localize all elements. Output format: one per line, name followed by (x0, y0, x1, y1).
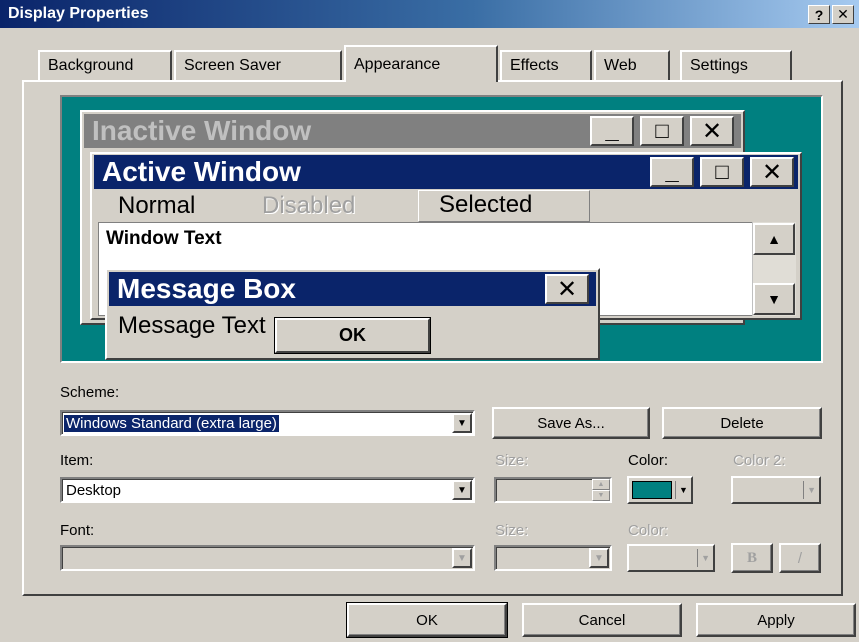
scroll-up-icon: ▲ (753, 223, 795, 255)
scheme-value: Windows Standard (extra large) (63, 414, 280, 432)
tab-background[interactable]: Background (38, 50, 172, 80)
chevron-down-icon: ▼ (701, 553, 710, 563)
item-color2-button: ▼ (731, 476, 821, 504)
bold-button: B (731, 543, 773, 573)
close-button[interactable]: ✕ (832, 5, 854, 24)
preview-active-minimize-icon: _ (650, 157, 694, 187)
chevron-down-icon: ▼ (589, 548, 609, 568)
item-select[interactable]: Desktop ▼ (60, 477, 475, 503)
preview-message-caption: Message Box (109, 272, 596, 306)
item-color-label: Color: (628, 452, 669, 469)
window-title: Display Properties (8, 5, 149, 22)
save-as-button[interactable]: Save As... (492, 407, 650, 439)
preview-ok-button: OK (274, 317, 431, 354)
item-size-field: ▲ ▼ (494, 477, 612, 503)
preview-message-close-icon: ✕ (545, 274, 589, 304)
color-swatch (632, 481, 672, 499)
font-color-label: Color: (628, 522, 669, 539)
scheme-select[interactable]: Windows Standard (extra large) ▼ (60, 410, 475, 436)
preview-menu-selected: Selected (418, 190, 590, 222)
italic-button: / (779, 543, 821, 573)
font-select: ▼ (60, 545, 475, 571)
tab-settings[interactable]: Settings (680, 50, 792, 80)
chevron-down-icon: ▼ (807, 485, 816, 495)
scheme-label-text: Scheme: (60, 384, 120, 401)
tab-appearance[interactable]: Appearance (344, 45, 498, 82)
preview-maximize-icon: □ (640, 116, 684, 146)
help-button[interactable]: ? (808, 5, 830, 24)
item-label: Item: (60, 452, 94, 469)
preview-window-text: Window Text (106, 228, 222, 249)
preview-active-title: Active Window (102, 156, 301, 187)
size-spinner-icon: ▲ ▼ (592, 479, 610, 501)
apply-button[interactable]: Apply (696, 603, 856, 637)
item-value: Desktop (66, 481, 122, 499)
chevron-down-icon: ▼ (452, 548, 472, 568)
tab-screen-saver[interactable]: Screen Saver (174, 50, 342, 80)
font-label: Font: (60, 522, 95, 539)
delete-button[interactable]: Delete (662, 407, 822, 439)
item-color2-label: Color 2: (733, 452, 786, 469)
preview-active-close-icon: ✕ (750, 157, 794, 187)
preview-message-title: Message Box (117, 273, 296, 304)
preview-menu-disabled: Disabled (262, 192, 356, 219)
preview-active-maximize-icon: □ (700, 157, 744, 187)
font-color-button: ▼ (627, 544, 715, 572)
item-size-label: Size: (495, 452, 529, 469)
item-color-button[interactable]: ▼ (627, 476, 693, 504)
preview-minimize-icon: _ (590, 116, 634, 146)
tab-effects[interactable]: Effects (500, 50, 592, 80)
preview-menu-normal: Normal (118, 192, 196, 219)
cancel-button[interactable]: Cancel (522, 603, 682, 637)
preview-inactive-title: Inactive Window (92, 115, 312, 146)
chevron-down-icon[interactable]: ▼ (452, 413, 472, 433)
chevron-down-icon[interactable]: ▼ (452, 480, 472, 500)
scheme-label: SScheme: (60, 384, 120, 401)
tab-web[interactable]: Web (594, 50, 670, 80)
chevron-down-icon: ▼ (679, 485, 688, 495)
ok-button[interactable]: OK (346, 602, 508, 638)
font-size-select: ▼ (494, 545, 612, 571)
preview-message-text: Message Text (118, 312, 266, 339)
preview-close-icon: ✕ (690, 116, 734, 146)
font-size-label: Size: (495, 522, 529, 539)
scroll-down-icon: ▼ (753, 283, 795, 315)
